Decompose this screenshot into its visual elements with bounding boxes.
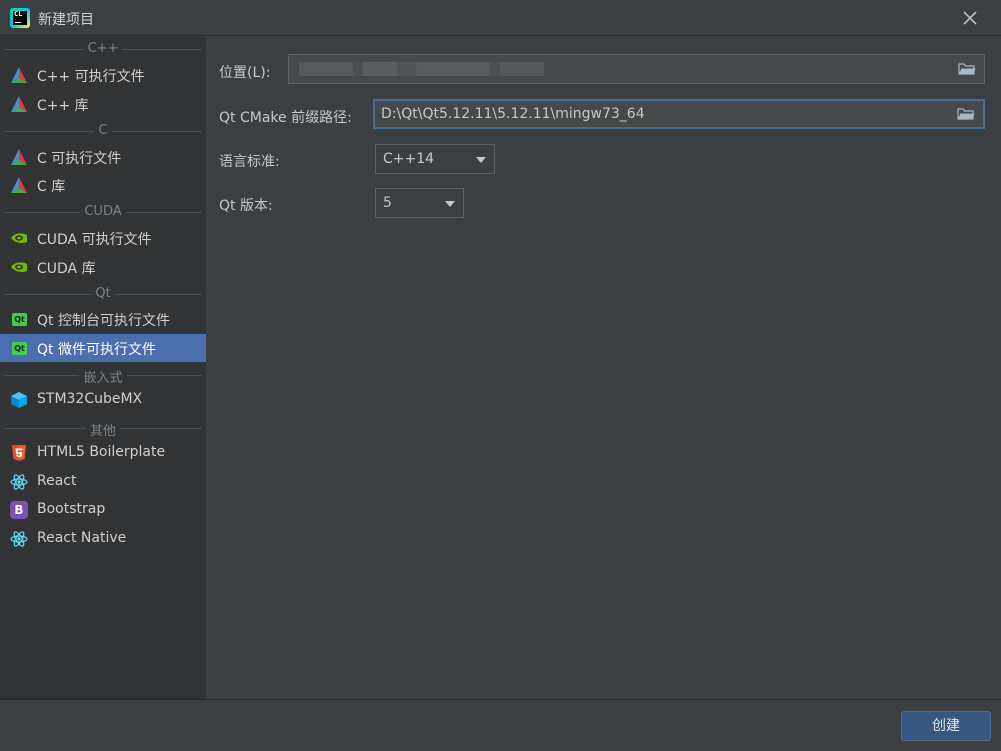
title-bar: CL 新建项目 [0,0,1001,36]
sidebar-item-label: Qt 控制台可执行文件 [37,313,170,329]
section-header-cpp: C++ [0,40,206,58]
stm32-cube-icon [11,392,27,408]
sidebar-item-bootstrap[interactable]: B Bootstrap [0,496,206,524]
sidebar-item-cpp-executable[interactable]: C++ 可执行文件 [0,61,206,89]
sidebar-item-label: React Native [37,530,127,546]
sidebar-item-label: C 库 [37,179,66,195]
nvidia-icon [11,233,27,243]
close-icon[interactable] [958,6,982,30]
project-type-list: C++ C++ 可执行文件 C++ 库 C C 可执行文件 C 库 CUDA C… [0,37,206,699]
qt-prefix-label: Qt CMake 前缀路径: [219,110,352,126]
sidebar-item-label: Qt 微件可执行文件 [37,342,156,358]
cmake-triangle-icon [11,96,27,112]
location-field[interactable] [288,54,985,84]
window-title: 新建项目 [38,12,94,28]
dialog-footer: 创建 [0,699,1001,751]
sidebar-item-label: C 可执行文件 [37,151,122,167]
redacted-path [299,62,544,76]
react-icon [10,531,28,547]
qt-version-select[interactable]: 5 [375,188,464,218]
clion-logo-icon: CL [10,8,30,28]
sidebar-item-label: CUDA 库 [37,261,96,277]
folder-icon[interactable] [958,61,976,77]
create-button[interactable]: 创建 [901,711,991,741]
cmake-triangle-icon [11,177,27,193]
sidebar-item-react[interactable]: React [0,468,206,496]
sidebar-item-label: CUDA 可执行文件 [37,232,152,248]
sidebar-item-label: React [37,473,77,489]
folder-icon[interactable] [957,106,975,122]
sidebar-item-cuda-library[interactable]: CUDA 库 [0,253,206,281]
qt-icon: Qt [12,342,27,355]
sidebar-item-label: STM32CubeMX [37,391,143,407]
chevron-down-icon [445,201,455,207]
html5-icon [12,445,26,461]
nvidia-icon [11,262,27,272]
language-standard-select[interactable]: C++14 [375,144,495,174]
sidebar-item-react-native[interactable]: React Native [0,525,206,553]
cmake-triangle-icon [11,149,27,165]
section-header-other: 其他 [0,419,206,439]
sidebar-item-label: C++ 库 [37,98,89,114]
qt-prefix-path-field[interactable]: D:\Qt\Qt5.12.11\5.12.11\mingw73_64 [373,99,985,129]
sidebar-item-c-library[interactable]: C 库 [0,171,206,199]
section-header-qt: Qt [0,285,206,303]
qt-icon: Qt [12,313,27,326]
sidebar-item-stm32cubemx[interactable]: STM32CubeMX [0,386,206,414]
sidebar-item-qt-console-executable[interactable]: Qt Qt 控制台可执行文件 [0,305,206,333]
sidebar-item-label: C++ 可执行文件 [37,69,145,85]
project-settings-form: 位置(L): Qt CMake 前缀路径: D:\Qt\Qt5.12.11\5.… [206,37,1001,699]
location-label: 位置(L): [219,65,271,81]
sidebar-item-html5-boilerplate[interactable]: HTML5 Boilerplate [0,439,206,467]
sidebar-item-label: HTML5 Boilerplate [37,444,166,460]
section-header-cuda: CUDA [0,203,206,221]
react-icon [10,474,28,490]
sidebar-item-label: Bootstrap [37,501,106,517]
sidebar-item-qt-widget-executable[interactable]: Qt Qt 微件可执行文件 [0,334,206,362]
language-standard-label: 语言标准: [219,154,280,170]
qt-version-label: Qt 版本: [219,198,273,214]
bootstrap-icon: B [10,501,28,519]
chevron-down-icon [476,157,486,163]
cmake-triangle-icon [11,67,27,83]
section-header-embedded: 嵌入式 [0,366,206,386]
section-header-c: C [0,122,206,140]
sidebar-item-cuda-executable[interactable]: CUDA 可执行文件 [0,224,206,252]
sidebar-item-cpp-library[interactable]: C++ 库 [0,90,206,118]
sidebar-item-c-executable[interactable]: C 可执行文件 [0,143,206,171]
